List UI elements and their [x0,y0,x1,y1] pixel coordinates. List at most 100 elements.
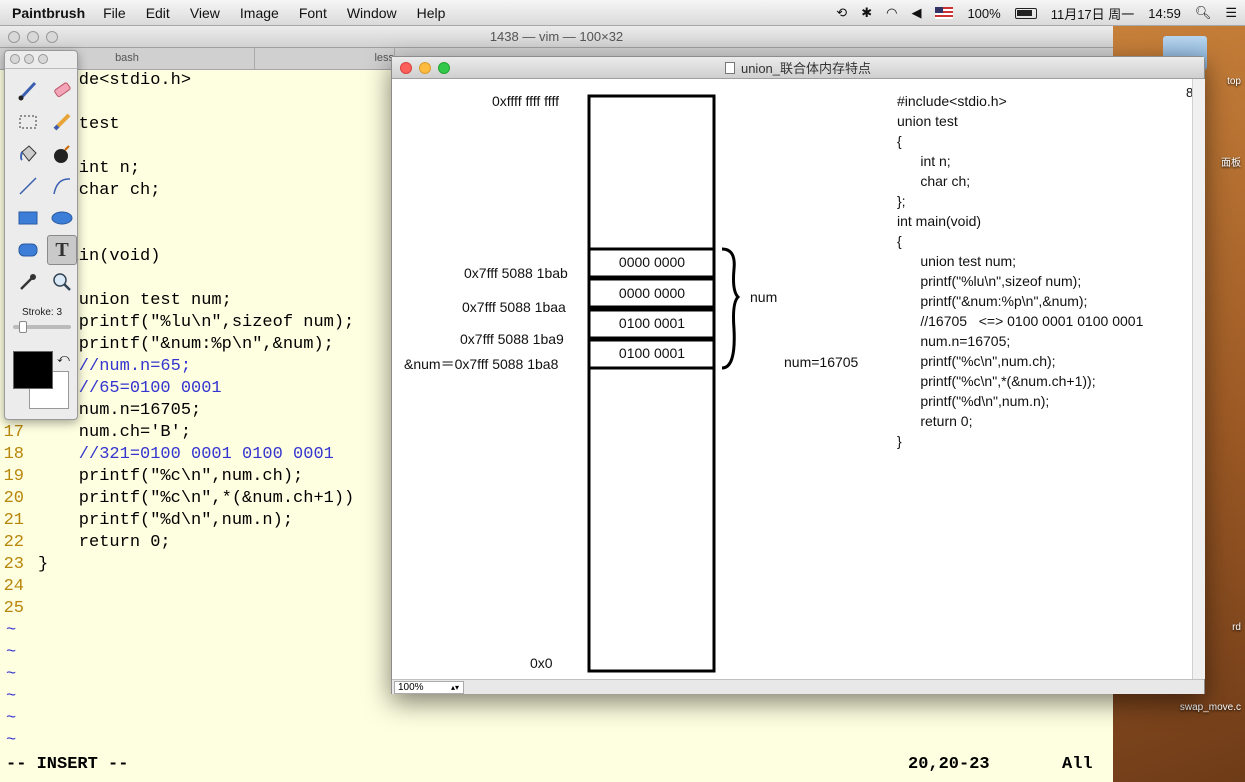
volume-icon[interactable]: ◀ [911,5,921,21]
code-line: ~ [0,730,38,752]
memory-cell-value: 0000 0000 [618,285,686,301]
desktop-label[interactable]: 面板 [1221,154,1241,169]
time-machine-icon[interactable]: ⟲ [836,5,847,21]
battery-percent[interactable]: 100% [967,6,1000,21]
select-rect-icon[interactable] [13,107,43,137]
close-button[interactable] [10,54,20,64]
menu-file[interactable]: File [103,5,126,21]
line-icon[interactable] [13,171,43,201]
rounded-rect-icon[interactable] [13,235,43,265]
bluetooth-icon[interactable]: ✱ [861,5,872,21]
line-number: 19 [3,467,24,486]
code-line: ~ [0,620,38,642]
eraser-icon[interactable] [47,75,77,105]
code-text-line: } [897,433,902,449]
minimize-button[interactable] [419,62,431,74]
code-text-line: printf("%d\n",num.n); [897,393,1050,409]
close-button[interactable] [400,62,412,74]
zoom-value: 100% [398,682,424,693]
desktop-label[interactable]: rd [1232,622,1241,633]
terminal-title: 1438 — vim — 100×32 [489,29,624,44]
menu-edit[interactable]: Edit [146,5,170,21]
num-brace [721,247,741,370]
line-number: ~ [6,643,17,662]
value-label: num=16705 [784,354,859,370]
desktop-label[interactable]: swap_move.c [1180,702,1241,713]
input-source-flag-icon[interactable] [935,7,954,19]
code-text-line: int main(void) [897,213,982,229]
code-line: 19 printf("%c\n",num.ch); [0,466,304,488]
vim-mode: -- INSERT -- [6,755,129,774]
top-address-label: 0xffff ffff ffff [492,93,559,109]
document-titlebar: union_联合体内存特点 [392,57,1204,79]
swap-colors-icon[interactable]: ⤺ [57,351,70,366]
wifi-icon[interactable]: ◠ [886,5,897,21]
tab-less[interactable]: less [255,48,395,69]
memory-cell-value: 0100 0001 [618,315,686,331]
menu-view[interactable]: View [190,5,220,21]
pencil-icon[interactable] [47,107,77,137]
close-button[interactable] [8,31,20,43]
eyedropper-icon[interactable] [13,267,43,297]
line-number: ~ [6,665,17,684]
ellipse-icon[interactable] [47,203,77,233]
vertical-scrollbar[interactable] [1192,79,1205,679]
brace-label: num [750,289,778,305]
zoom-select[interactable]: 100% ▴▾ [394,681,464,694]
code-text-line: union test [897,113,958,129]
address-label: 0x7fff 5088 1bab [464,265,568,281]
drawing-canvas[interactable]: 0xffff ffff ffff 0x7fff 5088 1bab 0x7fff… [392,79,1193,679]
document-title: union_联合体内存特点 [740,61,872,76]
rectangle-icon[interactable] [13,203,43,233]
code-text-line: printf("%c\n",num.ch); [897,353,1056,369]
battery-icon[interactable] [1014,7,1037,19]
code-text-line: //16705 <=> 0100 0001 0100 0001 [897,313,1144,329]
code-text-line: return 0; [897,413,973,429]
desktop-label[interactable]: top [1227,76,1241,87]
document-icon [724,61,735,74]
menu-image[interactable]: Image [240,5,279,21]
code-text-line: char ch; [897,173,971,189]
vim-status-line: -- INSERT -- 20,20-23 All [0,754,1113,776]
zoom-icon[interactable] [47,267,77,297]
app-menu[interactable]: Paintbrush [12,5,85,21]
zoom-button[interactable] [46,31,58,43]
brush-icon[interactable] [13,75,43,105]
menubar-date[interactable]: 11月17日 周一 [1051,4,1135,23]
line-number: 20 [3,489,24,508]
line-text: printf("%c\n",num.ch); [38,467,304,486]
code-text-line: union test num; [897,253,1017,269]
zoom-button[interactable] [438,62,450,74]
menu-help[interactable]: Help [417,5,446,21]
spotlight-icon[interactable]: 🔍︎ [1195,5,1212,21]
menu-font[interactable]: Font [299,5,327,21]
code-text-line: int n; [897,153,951,169]
stroke-slider-knob[interactable] [19,321,27,333]
code-line: 21 printf("%d\n",num.n); [0,510,293,532]
menu-window[interactable]: Window [347,5,397,21]
minimize-button[interactable] [27,31,39,43]
minimize-button[interactable] [24,54,34,64]
line-number: 21 [3,511,24,530]
code-text-line: }; [897,193,906,209]
memory-cell-value: 0100 0001 [618,345,686,361]
curve-icon[interactable] [47,171,77,201]
code-line: 18 //321=0100 0001 0100 0001 [0,444,334,466]
text-tool-icon[interactable]: T [47,235,77,265]
fill-bucket-icon[interactable] [13,139,43,169]
code-line: 23} [0,554,49,576]
line-number: 25 [3,599,24,618]
zoom-button[interactable] [38,54,48,64]
line-number: 23 [3,555,24,574]
address-label: 0x7fff 5088 1baa [462,299,566,315]
code-text-line: printf("%c\n",*(&num.ch+1)); [897,373,1096,389]
menu-bar: Paintbrush File Edit View Image Font Win… [0,0,1245,26]
notification-center-icon[interactable]: ☰ [1225,5,1237,21]
menubar-clock[interactable]: 14:59 [1148,6,1181,21]
line-number: ~ [6,687,17,706]
bomb-icon[interactable] [47,139,77,169]
foreground-color-well[interactable] [13,351,53,389]
address-label: &num＝0x7fff 5088 1ba8 [404,356,559,372]
stepper-icon: ▴▾ [450,683,459,692]
code-line: 25 [0,598,38,620]
